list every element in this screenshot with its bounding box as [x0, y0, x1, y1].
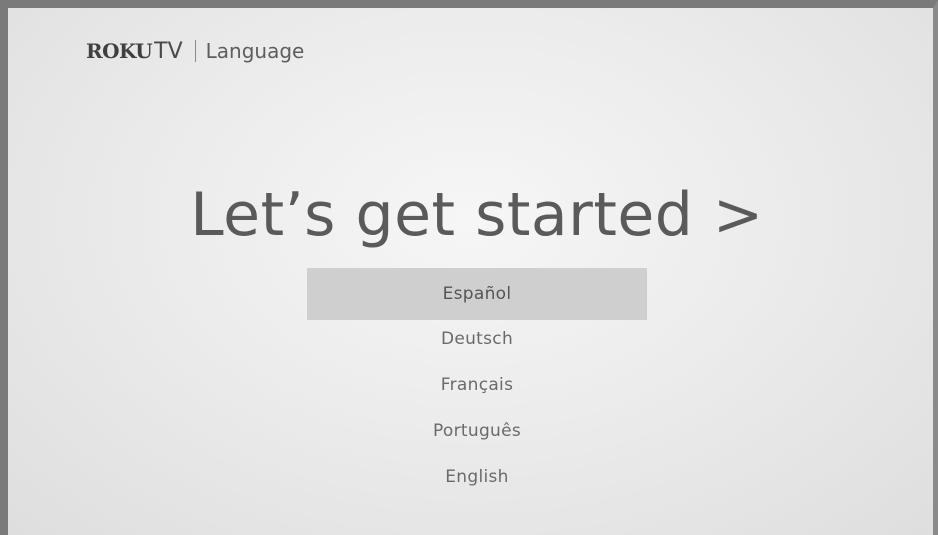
tv-logo-text: TV — [154, 38, 183, 64]
header: ROKU TV Language — [86, 36, 304, 66]
section-title: Language — [205, 39, 305, 63]
roku-logo-text: ROKU — [86, 38, 153, 63]
language-list: Español Deutsch Français Português Engli… — [307, 268, 647, 500]
language-option-espanol[interactable]: Español — [307, 268, 647, 320]
header-divider — [194, 40, 196, 62]
language-option-english[interactable]: English — [307, 454, 647, 500]
language-option-deutsch[interactable]: Deutsch — [307, 316, 647, 362]
roku-tv-logo: ROKU TV — [86, 39, 183, 64]
language-option-portugues[interactable]: Português — [307, 408, 647, 454]
tv-screen: ROKU TV Language Let’s get started > Esp… — [0, 0, 938, 535]
language-option-francais[interactable]: Français — [307, 362, 647, 408]
page-headline: Let’s get started > — [190, 180, 764, 250]
